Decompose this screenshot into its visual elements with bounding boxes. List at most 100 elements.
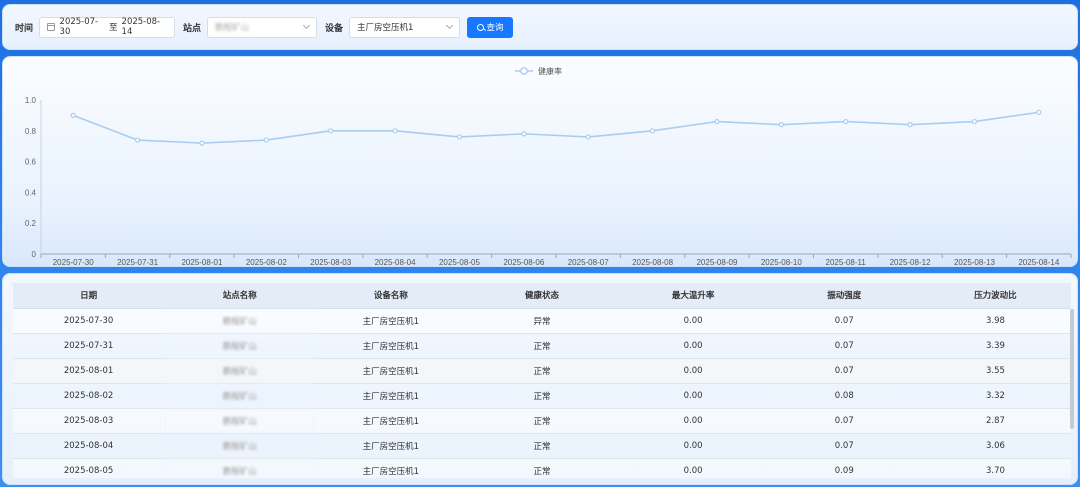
cell-status: 正常	[466, 383, 618, 409]
x-tick-label: 2025-08-14	[1018, 258, 1059, 267]
x-tick-label: 2025-08-11	[826, 258, 867, 267]
x-tick-label: 2025-07-30	[53, 258, 94, 267]
data-point	[649, 128, 656, 134]
cell-status: 正常	[466, 358, 618, 384]
cell-temp: 0.00	[617, 433, 769, 459]
table-scrollbar[interactable]	[1070, 309, 1074, 429]
legend-marker	[520, 67, 528, 75]
column-header-pressure: 压力波动比	[919, 283, 1071, 309]
cell-device: 主厂房空压机1	[315, 358, 467, 384]
y-tick-label: 0.4	[25, 188, 37, 197]
x-tick-label: 2025-08-09	[696, 258, 737, 267]
cell-date: 2025-08-01	[13, 358, 165, 384]
x-tick-label: 2025-08-05	[439, 258, 480, 267]
cell-station: 鹏程矿山	[164, 458, 316, 478]
data-point	[843, 118, 849, 125]
data-point	[70, 112, 76, 119]
x-tick-label: 2025-07-31	[117, 258, 158, 267]
table-panel: 日期 站点名称 设备名称 健康状态 最大温升率 振动强度 压力波动比 2025-07-30 鹏…	[2, 273, 1078, 485]
column-header-temp: 最大温升率	[617, 283, 769, 309]
station-value: 鹏程矿山	[215, 23, 250, 33]
cell-pressure: 3.55	[919, 358, 1071, 384]
cell-vib: 0.07	[768, 408, 920, 434]
data-point	[328, 128, 334, 134]
column-header-vib: 振动强度	[768, 283, 920, 309]
filter-panel: 时间 2025-07-30 至 2025-08-14 站点 鹏程矿山 设备 主厂…	[2, 4, 1078, 50]
table-row[interactable]: 2025-08-02 鹏程矿山 主厂房空压机1 正常 0.00 0.08 3.32	[13, 383, 1071, 409]
cell-status: 正常	[466, 333, 618, 359]
cell-pressure: 3.06	[919, 433, 1071, 459]
cell-device: 主厂房空压机1	[315, 383, 467, 409]
cell-temp: 0.00	[617, 333, 769, 359]
cell-station: 鹏程矿山	[164, 358, 316, 384]
cell-station: 鹏程矿山	[164, 308, 316, 334]
table-row[interactable]: 2025-07-31 鹏程矿山 主厂房空压机1 正常 0.00 0.07 3.39	[13, 333, 1071, 359]
x-tick-label: 2025-08-07	[568, 258, 609, 267]
cell-date: 2025-08-05	[13, 458, 165, 478]
cell-temp: 0.00	[617, 383, 769, 409]
data-table: 日期 站点名称 设备名称 健康状态 最大温升率 振动强度 压力波动比 2025-07-30 鹏…	[13, 283, 1071, 478]
cell-vib: 0.07	[768, 358, 920, 384]
data-point	[971, 118, 978, 125]
data-point	[714, 118, 720, 125]
column-header-device: 设备名称	[315, 283, 467, 309]
data-point	[778, 122, 784, 128]
cell-status: 正常	[466, 433, 618, 459]
query-button[interactable]: 查询	[467, 16, 514, 38]
x-tick-label: 2025-08-06	[503, 258, 544, 267]
cell-date: 2025-07-30	[13, 308, 165, 334]
cell-temp: 0.00	[617, 408, 769, 434]
calendar-icon	[47, 23, 55, 31]
query-button-label: 查询	[486, 22, 504, 32]
data-point	[392, 128, 398, 134]
station-select[interactable]: 鹏程矿山	[207, 16, 318, 38]
series-line	[72, 111, 1039, 144]
cell-vib: 0.09	[768, 458, 920, 478]
cell-station: 鹏程矿山	[164, 433, 316, 459]
search-icon	[476, 23, 484, 31]
cell-date: 2025-08-02	[13, 383, 165, 409]
date-start[interactable]: 2025-07-30	[60, 17, 105, 37]
cell-pressure: 3.39	[919, 333, 1071, 359]
cell-station: 鹏程矿山	[164, 383, 316, 409]
cell-status: 正常	[466, 408, 618, 434]
table-row[interactable]: 2025-08-05 鹏程矿山 主厂房空压机1 正常 0.00 0.09 3.70	[13, 458, 1071, 478]
cell-temp: 0.00	[617, 308, 769, 334]
chart-panel: 0 0.2 0.4 0.6 0.8 1.0 2025-07-30 2025-07-31 2025…	[2, 56, 1078, 267]
data-point	[1036, 109, 1042, 115]
chevron-down-icon	[446, 21, 454, 30]
table-row[interactable]: 2025-08-04 鹏程矿山 主厂房空压机1 正常 0.00 0.07 3.06	[13, 433, 1071, 459]
filter-bar: 时间 2025-07-30 至 2025-08-14 站点 鹏程矿山 设备 主厂…	[15, 16, 514, 38]
data-table-wrapper[interactable]: 日期 站点名称 设备名称 健康状态 最大温升率 振动强度 压力波动比 2025-07-30 鹏…	[13, 283, 1071, 478]
data-point	[521, 131, 527, 137]
cell-temp: 0.00	[617, 458, 769, 478]
table-row[interactable]: 2025-07-30 鹏程矿山 主厂房空压机1 异常 0.00 0.07 3.98	[13, 308, 1071, 334]
date-separator: 至	[109, 23, 118, 33]
x-tick-label: 2025-08-04	[375, 258, 416, 267]
health-rate-chart: 0 0.2 0.4 0.6 0.8 1.0 2025-07-30 2025-07-31 2025…	[25, 66, 1072, 267]
legend-label: 健康率	[538, 66, 562, 76]
data-point	[199, 140, 205, 146]
table-row[interactable]: 2025-08-03 鹏程矿山 主厂房空压机1 正常 0.00 0.07 2.87	[13, 408, 1071, 434]
cell-device: 主厂房空压机1	[315, 308, 467, 334]
x-tick-label: 2025-08-01	[181, 258, 222, 267]
device-select[interactable]: 主厂房空压机1	[349, 16, 461, 38]
cell-station: 鹏程矿山	[164, 333, 316, 359]
station-label: 站点	[183, 23, 202, 34]
cell-status: 异常	[466, 308, 618, 334]
table-row[interactable]: 2025-08-01 鹏程矿山 主厂房空压机1 正常 0.00 0.07 3.55	[13, 358, 1071, 384]
date-range-picker[interactable]: 2025-07-30 至 2025-08-14	[39, 16, 176, 38]
cell-device: 主厂房空压机1	[315, 408, 467, 434]
cell-station: 鹏程矿山	[164, 408, 316, 434]
cell-pressure: 3.98	[919, 308, 1071, 334]
cell-temp: 0.00	[617, 358, 769, 384]
cell-pressure: 3.32	[919, 383, 1071, 409]
cell-pressure: 3.70	[919, 458, 1071, 478]
cell-vib: 0.07	[768, 333, 920, 359]
y-tick-label: 0.2	[25, 219, 37, 228]
cell-date: 2025-07-31	[13, 333, 165, 359]
table-header-row: 日期 站点名称 设备名称 健康状态 最大温升率 振动强度 压力波动比	[13, 283, 1071, 309]
date-end[interactable]: 2025-08-14	[122, 17, 167, 37]
x-tick-label: 2025-08-02	[246, 258, 287, 267]
table-body: 2025-07-30 鹏程矿山 主厂房空压机1 异常 0.00 0.07 3.98 2025-…	[13, 308, 1071, 478]
